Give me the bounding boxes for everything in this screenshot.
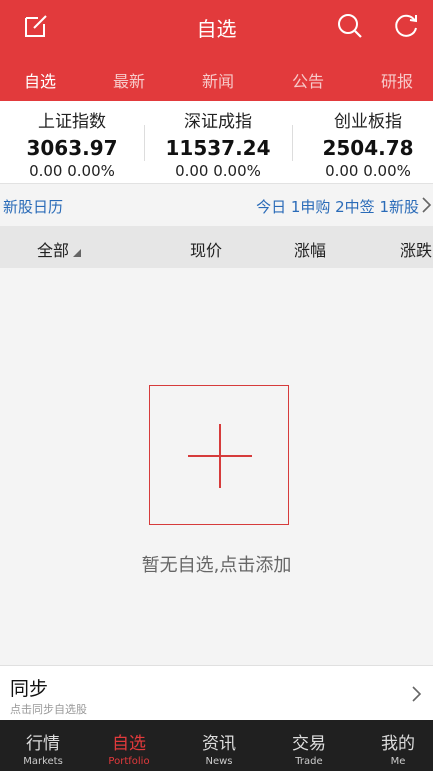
nav-portfolio[interactable]: 自选 Portfolio [86, 720, 172, 771]
index-name: 深证成指 [184, 112, 252, 132]
nav-label: 自选 [112, 734, 146, 754]
add-stock-button[interactable] [149, 385, 289, 525]
news-tabs: 自选 最新 新闻 公告 研报 [0, 54, 433, 101]
ipo-summary[interactable]: 今日 1申购 2中签 1新股 [256, 196, 419, 217]
sort-triangle-icon [73, 249, 81, 257]
tab-research[interactable]: 研报 [381, 68, 413, 92]
nav-label: 我的 [381, 734, 415, 754]
index-card-shanghai[interactable]: 上证指数 3063.97 0.00 0.00% [0, 101, 144, 184]
index-change: 0.00 0.00% [325, 162, 411, 180]
index-change: 0.00 0.00% [175, 162, 261, 180]
nav-sublabel: Markets [23, 756, 63, 767]
tab-portfolio[interactable]: 自选 [24, 68, 56, 92]
sync-title: 同步 [10, 678, 49, 700]
ipo-calendar-bar[interactable]: 新股日历 今日 1申购 2中签 1新股 [0, 185, 433, 226]
market-indices: 上证指数 3063.97 0.00 0.00% 深证成指 11537.24 0.… [0, 101, 433, 184]
search-icon[interactable] [336, 12, 364, 40]
watchlist-column-header: 全部 现价 涨幅 涨跌 [0, 226, 433, 268]
divider [144, 125, 145, 161]
index-card-shenzhen[interactable]: 深证成指 11537.24 0.00 0.00% [146, 101, 290, 184]
column-change-percent[interactable]: 涨幅 [294, 237, 326, 261]
nav-sublabel: Trade [295, 756, 323, 767]
nav-news[interactable]: 资讯 News [176, 720, 262, 771]
nav-sublabel: News [205, 756, 233, 767]
nav-me[interactable]: 我的 Me [355, 720, 433, 771]
sync-subtitle: 点击同步自选股 [10, 703, 87, 716]
tab-latest[interactable]: 最新 [113, 68, 145, 92]
column-change[interactable]: 涨跌 [400, 237, 432, 261]
tab-news[interactable]: 新闻 [202, 68, 234, 92]
nav-trade[interactable]: 交易 Trade [266, 720, 352, 771]
refresh-icon[interactable] [392, 12, 420, 40]
bottom-navigation: 行情 Markets 自选 Portfolio 资讯 News 交易 Trade… [0, 720, 433, 771]
nav-label: 交易 [292, 734, 326, 754]
top-header: 自选 [0, 0, 433, 54]
column-price[interactable]: 现价 [190, 237, 222, 261]
chevron-right-icon [412, 686, 422, 702]
nav-label: 行情 [26, 734, 60, 754]
index-card-chinext[interactable]: 创业板指 2504.78 0.00 0.00% [296, 101, 433, 184]
nav-sublabel: Portfolio [108, 756, 150, 767]
ipo-calendar-link[interactable]: 新股日历 [3, 196, 63, 217]
nav-label: 资讯 [202, 734, 236, 754]
index-value: 3063.97 [26, 136, 118, 160]
plus-icon [188, 424, 252, 488]
index-change: 0.00 0.00% [29, 162, 115, 180]
empty-state-text: 暂无自选,点击添加 [141, 555, 292, 576]
nav-sublabel: Me [390, 756, 406, 767]
index-name: 创业板指 [334, 112, 402, 132]
index-value: 11537.24 [165, 136, 271, 160]
divider [292, 125, 293, 161]
index-name: 上证指数 [38, 112, 106, 132]
index-value: 2504.78 [322, 136, 414, 160]
page-title: 自选 [196, 17, 237, 41]
column-all[interactable]: 全部 [37, 237, 69, 261]
tab-announcements[interactable]: 公告 [292, 68, 324, 92]
chevron-right-icon [422, 197, 432, 213]
nav-markets[interactable]: 行情 Markets [0, 720, 86, 771]
sync-row[interactable]: 同步 点击同步自选股 [0, 665, 433, 720]
